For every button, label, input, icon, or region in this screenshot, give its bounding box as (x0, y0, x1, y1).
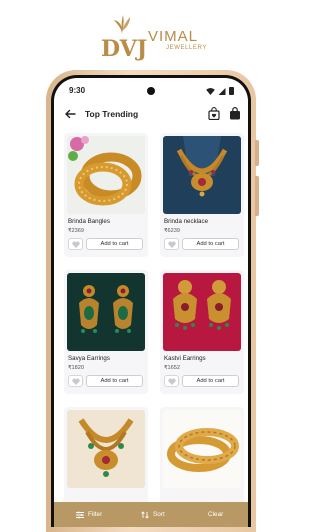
sort-button[interactable]: Sort (141, 502, 165, 527)
product-card[interactable]: Kastvi Earrings ₹1652 Add to cart (160, 270, 244, 394)
product-name: Brinda necklace (164, 218, 209, 225)
bottom-action-bar: Filter Sort Clear (54, 502, 248, 527)
product-image[interactable] (163, 136, 241, 214)
sort-icon (141, 510, 149, 519)
wishlist-bag-icon[interactable] (208, 107, 220, 120)
add-to-cart-button[interactable]: Add to cart (86, 238, 143, 250)
product-name: Brinda Bangles (68, 218, 110, 225)
emerald-earrings-photo (67, 273, 145, 351)
heart-icon (72, 378, 80, 385)
sort-label: Sort (153, 511, 165, 518)
product-price: ₹6239 (164, 228, 181, 234)
heart-icon (168, 241, 176, 248)
product-image[interactable] (163, 410, 241, 488)
app-screen: 9:30 Top Trending Brinda Bangles ₹2369 A… (54, 78, 248, 527)
marketing-screenshot: DVJ VIMAL JEWELLERY 9:30 Top Trending Br… (0, 0, 300, 532)
product-image[interactable] (67, 410, 145, 488)
clear-button[interactable]: Clear (208, 502, 223, 527)
ruby-earrings-photo (163, 273, 241, 351)
brand-tagline: JEWELLERY (166, 45, 207, 51)
product-price: ₹1820 (68, 365, 85, 371)
wishlist-button[interactable] (164, 238, 179, 250)
heart-icon (72, 241, 80, 248)
brand-monogram: DVJ (101, 36, 148, 62)
leaf-logo-icon (114, 15, 130, 35)
product-card[interactable]: Brinda necklace ₹6239 Add to cart (160, 133, 244, 257)
filter-label: Filter (88, 511, 103, 518)
temple-necklace-photo (67, 410, 145, 488)
product-card[interactable]: Savya Earrings ₹1820 Add to cart (64, 270, 148, 394)
front-camera (147, 87, 155, 95)
product-card[interactable]: Brinda Bangles ₹2369 Add to cart (64, 133, 148, 257)
wishlist-button[interactable] (68, 375, 83, 387)
product-image[interactable] (67, 136, 145, 214)
gold-bangle-pair-photo (163, 410, 241, 488)
add-to-cart-button[interactable]: Add to cart (86, 375, 143, 387)
add-to-cart-button[interactable]: Add to cart (182, 238, 239, 250)
phone-screen: 9:30 Top Trending Brinda Bangles ₹2369 A… (51, 75, 251, 527)
filter-button[interactable]: Filter (76, 502, 102, 527)
clear-label: Clear (208, 511, 224, 518)
status-bar: 9:30 (54, 78, 248, 102)
phone-side-button (255, 140, 259, 166)
phone-side-button (255, 176, 259, 216)
wifi-icon (206, 87, 215, 95)
product-price: ₹2369 (68, 228, 85, 234)
wishlist-button[interactable] (68, 238, 83, 250)
add-to-cart-button[interactable]: Add to cart (182, 375, 239, 387)
filter-icon (76, 511, 84, 518)
battery-icon (229, 87, 234, 95)
signal-icon (218, 87, 226, 95)
product-name: Savya Earrings (68, 355, 110, 362)
status-icons (206, 87, 234, 95)
app-bar: Top Trending (54, 104, 248, 128)
product-price: ₹1652 (164, 365, 181, 371)
shopping-bag-icon[interactable] (229, 107, 241, 120)
brand-logo: DVJ VIMAL JEWELLERY (0, 14, 300, 62)
back-arrow-icon[interactable] (64, 108, 76, 120)
wishlist-button[interactable] (164, 375, 179, 387)
heart-icon (168, 378, 176, 385)
status-time: 9:30 (69, 86, 86, 95)
gold-necklace-photo (163, 136, 241, 214)
product-name: Kastvi Earrings (164, 355, 206, 362)
product-image[interactable] (67, 273, 145, 351)
page-title: Top Trending (85, 109, 139, 119)
gold-bangles-photo (67, 136, 145, 214)
brand-name: VIMAL (148, 28, 199, 45)
product-image[interactable] (163, 273, 241, 351)
